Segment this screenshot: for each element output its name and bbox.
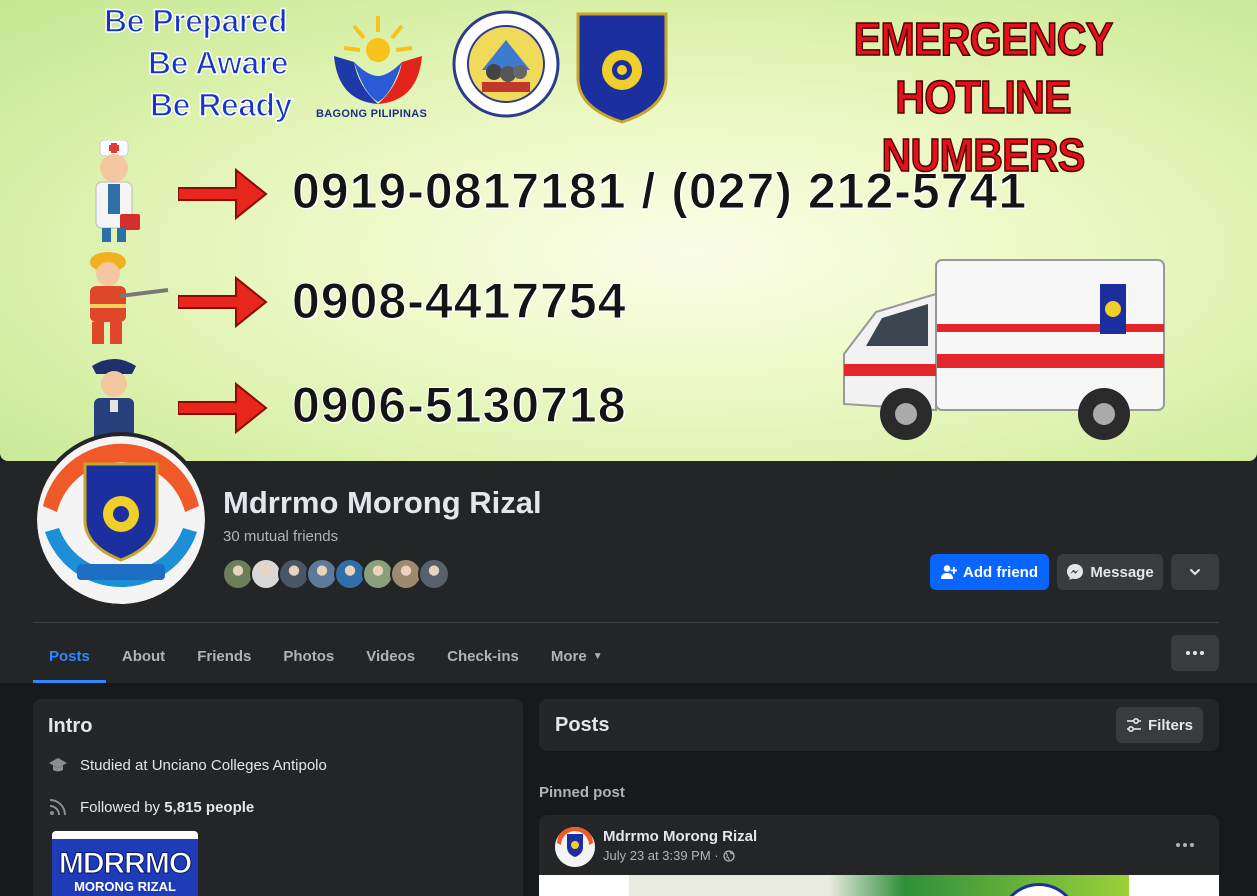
- intro-education-text: Studied at Unciano Colleges Antipolo: [80, 756, 327, 774]
- hotline-number-police: 0906-5130718: [292, 377, 627, 434]
- profile-picture-image: [37, 436, 205, 604]
- header-divider: [33, 622, 1219, 623]
- morong-seal-logo: [452, 10, 560, 118]
- add-person-icon: [941, 565, 957, 579]
- intro-followers-row: Followed by 5,815 people: [48, 797, 254, 817]
- cover-photo[interactable]: Be Prepared Be Aware Be Ready BAGONG PIL…: [0, 0, 1257, 461]
- filters-label: Filters: [1147, 716, 1193, 734]
- more-dots-icon: [1176, 843, 1194, 847]
- intro-featured-photo[interactable]: MDRRMO MORONG RIZAL: [52, 831, 198, 896]
- tab-more[interactable]: More ▼: [535, 630, 619, 683]
- chevron-down-icon: [1190, 569, 1200, 576]
- tab-posts[interactable]: Posts: [33, 630, 106, 683]
- mutual-friends-link[interactable]: 30 mutual friends: [223, 528, 338, 545]
- followers-count-link[interactable]: 5,815 people: [164, 799, 254, 816]
- ambulance-illustration: [843, 259, 1165, 440]
- rss-feed-icon: [48, 797, 68, 817]
- intro-title: Intro: [48, 715, 93, 737]
- intro-photo-title: MDRRMO: [58, 847, 192, 881]
- post-author-name[interactable]: Mdrrmo Morong Rizal: [603, 828, 757, 845]
- cover-slogan-line: Be Aware: [147, 44, 289, 82]
- bagong-pilipinas-logo: [334, 16, 422, 104]
- messenger-icon: [1067, 564, 1084, 580]
- cover-slogan-line: Be Ready: [149, 86, 293, 124]
- message-label: Message: [1090, 563, 1154, 581]
- profile-picture[interactable]: [33, 432, 209, 608]
- profile-more-actions-button[interactable]: [1171, 554, 1219, 590]
- pinned-post-label: Pinned post: [539, 784, 625, 801]
- arrow-right-icon: [178, 381, 268, 435]
- cover-title: EMERGENCY HOTLINE NUMBERS: [790, 10, 1177, 184]
- filter-sliders-icon: [1126, 717, 1141, 733]
- cover-slogan-line: Be Prepared: [103, 2, 288, 40]
- mutual-friend-avatars: [222, 558, 450, 590]
- intro-followers-text: Followed by 5,815 people: [80, 799, 254, 816]
- pinned-post-card: Mdrrmo Morong Rizal July 23 at 3:39 PM ·: [539, 815, 1219, 896]
- arrow-right-icon: [178, 167, 268, 221]
- cover-title-line: EMERGENCY HOTLINE: [853, 12, 1114, 124]
- tab-about[interactable]: About: [106, 630, 181, 683]
- tab-photos[interactable]: Photos: [267, 630, 350, 683]
- bagong-pilipinas-label: BAGONG PILIPINAS: [316, 108, 428, 120]
- tabs-overflow-menu-button[interactable]: [1171, 635, 1219, 671]
- intro-card: Intro Studied at Unciano Colleges Antipo…: [33, 699, 523, 896]
- mutual-friend-avatar[interactable]: [418, 558, 450, 590]
- intro-photo-subtitle: MORONG RIZAL: [74, 879, 176, 894]
- globe-icon: [722, 849, 735, 862]
- post-image[interactable]: [539, 875, 1219, 896]
- mdrrmo-shield-logo: [576, 12, 668, 124]
- intro-education-row: Studied at Unciano Colleges Antipolo: [48, 755, 327, 775]
- arrow-right-icon: [178, 275, 268, 329]
- post-meta: July 23 at 3:39 PM ·: [603, 848, 735, 863]
- more-dots-icon: [1186, 651, 1204, 655]
- hotline-number-fire: 0908-4417754: [292, 273, 627, 330]
- firefighter-figure-icon: [90, 252, 169, 344]
- post-author-avatar[interactable]: [555, 827, 595, 867]
- add-friend-label: Add friend: [963, 563, 1038, 581]
- tab-check-ins[interactable]: Check-ins: [431, 630, 535, 683]
- tab-friends[interactable]: Friends: [181, 630, 267, 683]
- caret-down-icon: ▼: [592, 651, 603, 662]
- tab-more-label: More: [550, 648, 587, 665]
- graduation-cap-icon: [48, 755, 68, 775]
- message-button[interactable]: Message: [1057, 554, 1163, 590]
- tab-videos[interactable]: Videos: [350, 630, 431, 683]
- medic-figure-icon: [95, 140, 140, 242]
- filters-button[interactable]: Filters: [1116, 707, 1203, 743]
- posts-title: Posts: [555, 714, 610, 736]
- hotline-number-medical: 0919-0817181 / (027) 212-5741: [291, 163, 1028, 220]
- add-friend-button[interactable]: Add friend: [930, 554, 1049, 590]
- profile-name: Mdrrmo Morong Rizal: [223, 485, 542, 520]
- followers-prefix: Followed by: [80, 798, 165, 816]
- post-options-button[interactable]: [1169, 833, 1201, 857]
- post-timestamp[interactable]: July 23 at 3:39 PM ·: [603, 848, 719, 863]
- profile-tabs: Posts About Friends Photos Videos Check-…: [33, 630, 619, 683]
